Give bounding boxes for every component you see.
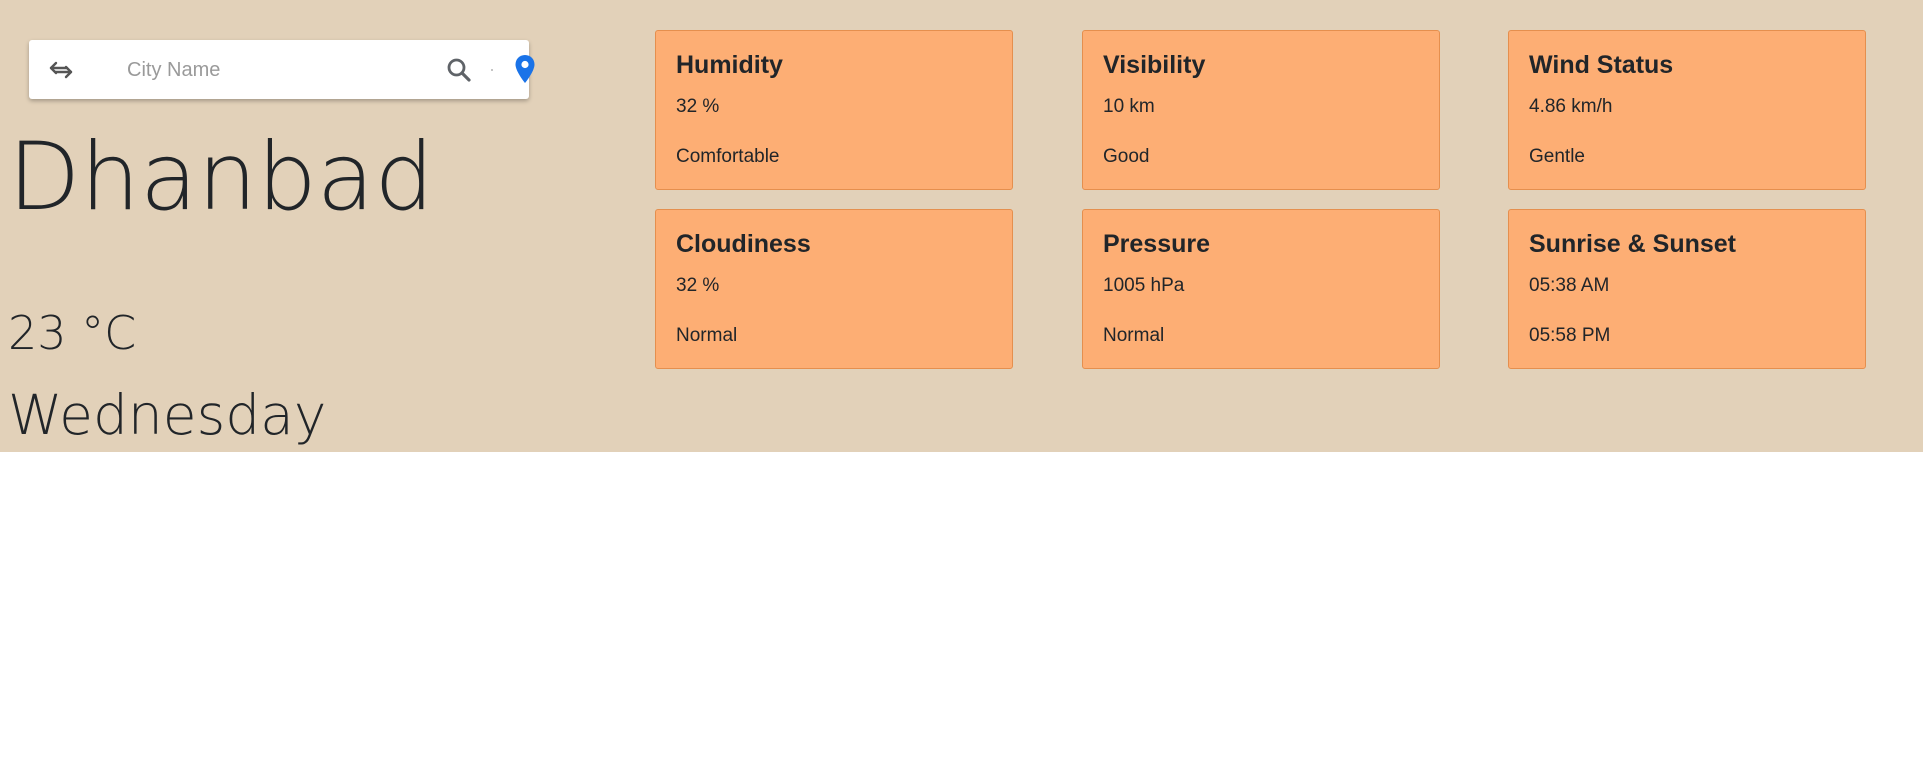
divider xyxy=(491,69,493,71)
weekday: Wednesday xyxy=(8,383,327,447)
card-value: 32 % xyxy=(676,96,720,117)
cloudiness-card: Cloudiness 32 % Normal xyxy=(655,209,1013,369)
search-icon[interactable] xyxy=(446,57,472,83)
card-status: Comfortable xyxy=(676,146,780,167)
card-status: Normal xyxy=(676,325,738,346)
card-title: Visibility xyxy=(1103,51,1206,79)
card-title: Wind Status xyxy=(1529,51,1674,79)
card-status: Gentle xyxy=(1529,146,1585,167)
city-search-input[interactable] xyxy=(97,54,447,86)
city-name: Dhanbad xyxy=(8,123,435,232)
card-status: Normal xyxy=(1103,325,1165,346)
location-pin-icon[interactable] xyxy=(514,54,536,84)
weather-panel: Dhanbad 23 °C Wednesday Humidity 32 % Co… xyxy=(0,0,1923,452)
temperature: 23 °C xyxy=(8,306,137,360)
pressure-card: Pressure 1005 hPa Normal xyxy=(1082,209,1440,369)
visibility-card: Visibility 10 km Good xyxy=(1082,30,1440,190)
card-value: 10 km xyxy=(1103,96,1155,117)
humidity-card: Humidity 32 % Comfortable xyxy=(655,30,1013,190)
sunrise-sunset-card: Sunrise & Sunset 05:38 AM 05:58 PM xyxy=(1508,209,1866,369)
card-status: Good xyxy=(1103,146,1150,167)
search-bar xyxy=(29,40,535,99)
card-title: Sunrise & Sunset xyxy=(1529,230,1736,258)
card-title: Pressure xyxy=(1103,230,1211,258)
sunset-time: 05:58 PM xyxy=(1529,325,1611,346)
card-value: 4.86 km/h xyxy=(1529,96,1613,117)
sunrise-time: 05:38 AM xyxy=(1529,275,1610,296)
card-value: 32 % xyxy=(676,275,720,296)
card-value: 1005 hPa xyxy=(1103,275,1185,296)
swap-arrows-icon[interactable] xyxy=(47,58,75,82)
wind-status-card: Wind Status 4.86 km/h Gentle xyxy=(1508,30,1866,190)
card-title: Cloudiness xyxy=(676,230,811,258)
card-title: Humidity xyxy=(676,51,783,79)
